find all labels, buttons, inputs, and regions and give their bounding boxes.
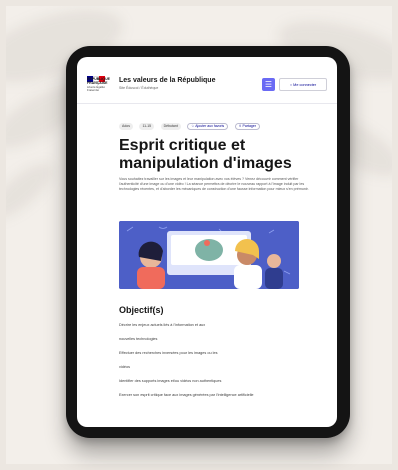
site-title[interactable]: Les valeurs de la République bbox=[119, 77, 215, 84]
tag-list: Ados 11-15 Débutant ☆ Ajouter aux favori… bbox=[119, 123, 262, 131]
flag-logo bbox=[87, 69, 107, 82]
tag-age: 11-15 bbox=[139, 123, 155, 130]
objective-item: nouvelles technologies bbox=[119, 337, 158, 341]
tablet-screen: RÉPUBLIQUE FRANÇAISE Liberté Égalité Fra… bbox=[77, 57, 337, 427]
login-label: Me connecter bbox=[293, 83, 317, 87]
login-button[interactable]: ○ Me connecter bbox=[279, 78, 327, 91]
leaf-shadow bbox=[6, 153, 62, 229]
tag-audience: Ados bbox=[119, 123, 133, 130]
hamburger-menu-icon: ☰ bbox=[264, 80, 273, 89]
objective-item: Identifier des supports images et/ou vid… bbox=[119, 379, 222, 383]
share-button[interactable]: ⇪ Partager bbox=[234, 123, 260, 130]
objective-item: Exercer son esprit critique face aux ima… bbox=[119, 393, 254, 397]
hero-illustration bbox=[119, 221, 299, 289]
objectives-heading: Objectif(s) bbox=[119, 305, 164, 315]
menu-button[interactable]: ☰ bbox=[262, 78, 275, 91]
objective-item: vidéos bbox=[119, 365, 130, 369]
objective-item: Effectuer des recherches inversées pour … bbox=[119, 351, 218, 355]
page-title: Esprit critique et manipulation d'images bbox=[119, 137, 292, 172]
add-favorite-button[interactable]: ☆ Ajouter aux favoris bbox=[187, 123, 229, 130]
illustration-artwork bbox=[119, 221, 299, 289]
intro-text: Vous souhaitez travailler sur les images… bbox=[119, 177, 309, 192]
tag-level: Débutant bbox=[160, 123, 181, 130]
republique-francaise-logo: RÉPUBLIQUE FRANÇAISE bbox=[87, 77, 110, 85]
site-header: RÉPUBLIQUE FRANÇAISE Liberté Égalité Fra… bbox=[77, 57, 337, 104]
republic-motto: Liberté Égalité Fraternité bbox=[87, 85, 105, 93]
site-subtitle: Site Éduscol / Éduthèque bbox=[119, 86, 159, 90]
objective-item: Décrire les enjeux actuels liés à l'info… bbox=[119, 323, 206, 327]
